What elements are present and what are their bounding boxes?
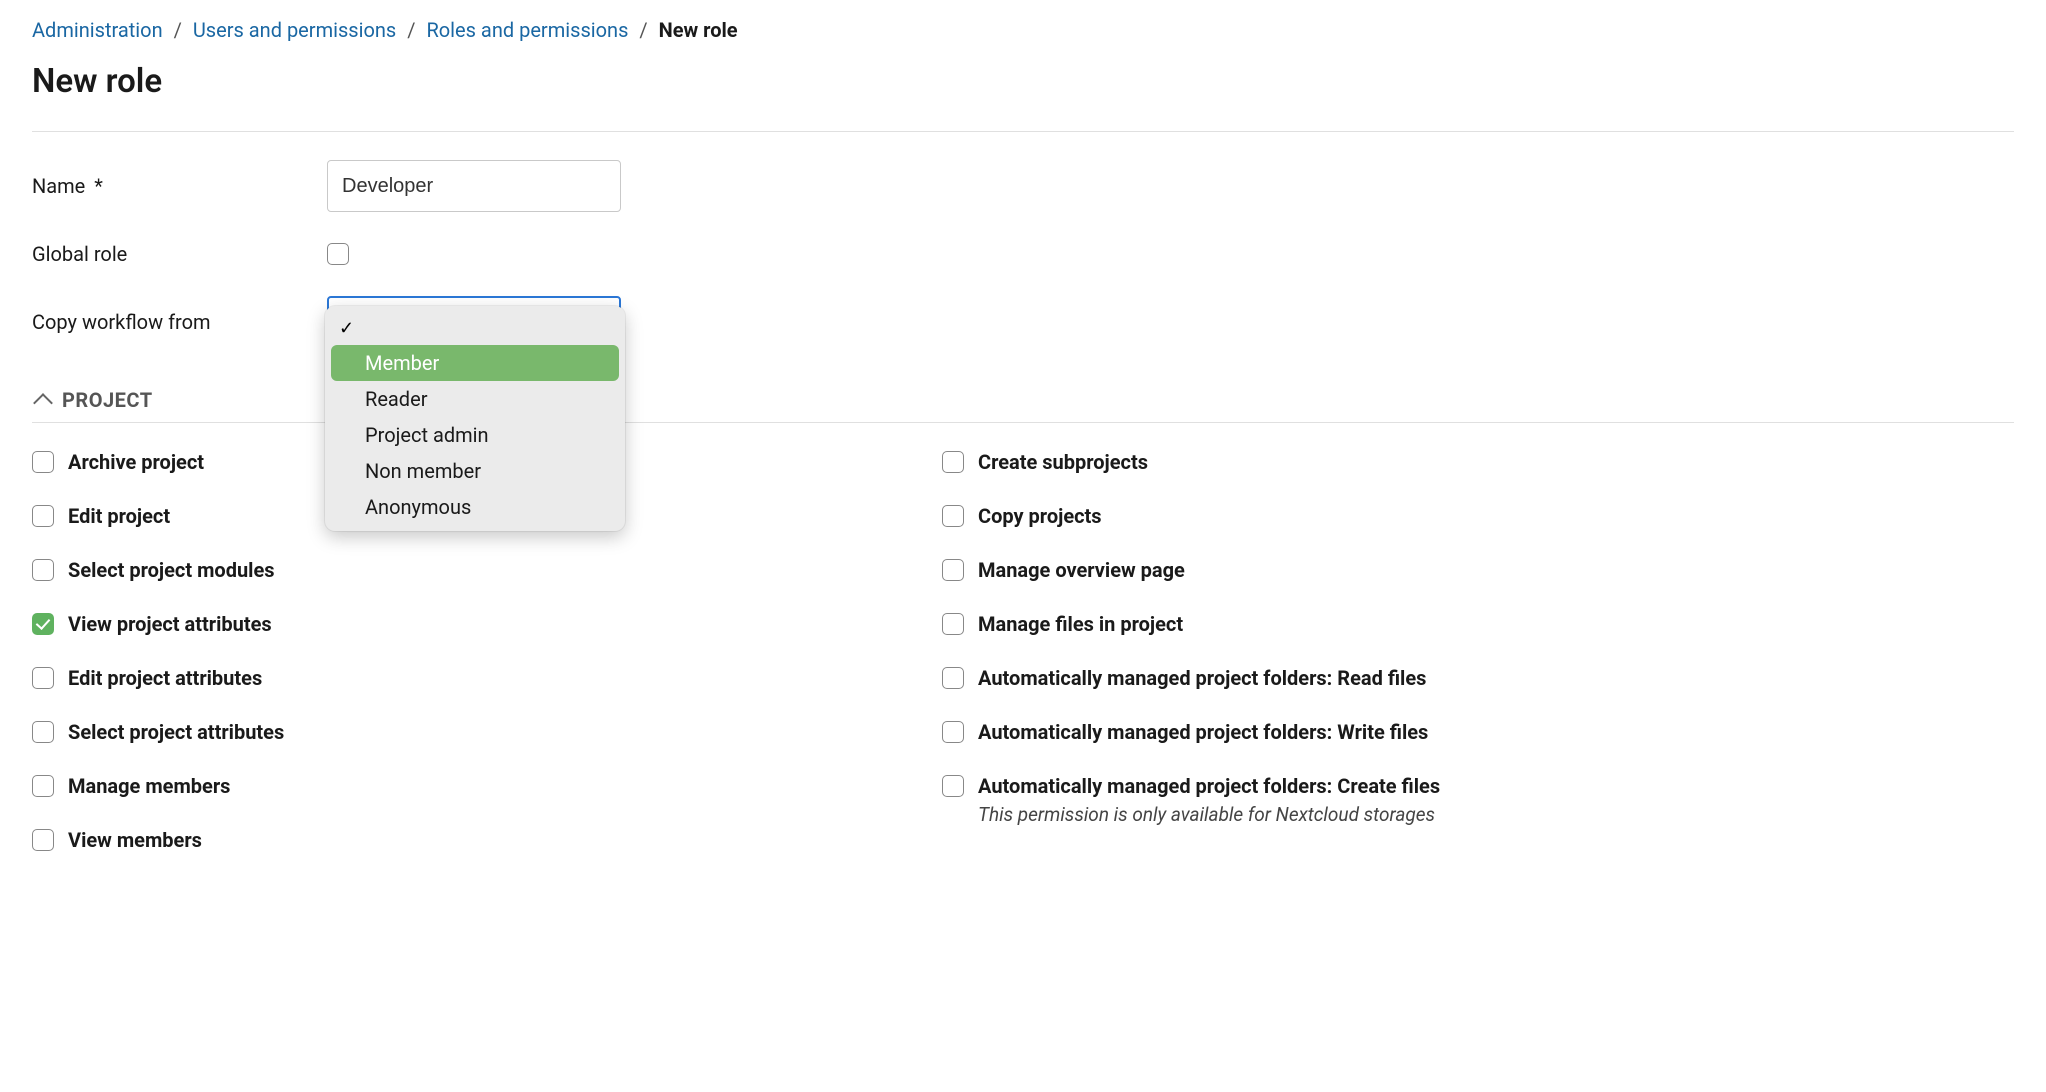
dropdown-option-project-admin[interactable]: Project admin	[331, 417, 619, 453]
permission-label: View project attributes	[68, 611, 272, 637]
permission-label: Select project modules	[68, 557, 275, 583]
permission-checkbox[interactable]	[32, 451, 54, 473]
breadcrumb: Administration / Users and permissions /…	[32, 18, 2014, 42]
dropdown-option-reader[interactable]: Reader	[331, 381, 619, 417]
permission-label: Automatically managed project folders: R…	[978, 665, 1426, 691]
form-row-name: Name *	[32, 160, 2014, 212]
global-role-label: Global role	[32, 242, 327, 266]
dropdown-option-non-member[interactable]: Non member	[331, 453, 619, 489]
required-marker: *	[94, 174, 103, 198]
check-icon: ✓	[339, 318, 365, 339]
permission-checkbox[interactable]	[32, 667, 54, 689]
permission-manage-overview-page: Manage overview page	[942, 557, 2014, 583]
permission-label: Manage members	[68, 773, 230, 799]
permission-checkbox[interactable]	[942, 667, 964, 689]
permission-checkbox[interactable]	[942, 451, 964, 473]
permissions-column-right: Create subprojects Copy projects Manage …	[942, 449, 2014, 853]
breadcrumb-link-users-permissions[interactable]: Users and permissions	[193, 18, 396, 42]
permission-note: This permission is only available for Ne…	[978, 803, 1440, 826]
form-row-copy-workflow: Copy workflow from ✓ Member Reader Proje…	[32, 296, 2014, 348]
permission-checkbox[interactable]	[32, 829, 54, 851]
name-input[interactable]	[327, 160, 621, 212]
permission-checkbox[interactable]	[32, 775, 54, 797]
breadcrumb-separator: /	[174, 18, 182, 42]
permission-checkbox[interactable]	[942, 721, 964, 743]
breadcrumb-link-roles-permissions[interactable]: Roles and permissions	[426, 18, 628, 42]
permission-label: Edit project	[68, 503, 170, 529]
copy-workflow-dropdown: ✓ Member Reader Project admin Non member…	[325, 306, 625, 531]
permission-label: Create subprojects	[978, 449, 1148, 475]
permission-view-project-attributes: View project attributes	[32, 611, 902, 637]
permission-checkbox[interactable]	[942, 559, 964, 581]
permission-label: Manage overview page	[978, 557, 1185, 583]
section-title: PROJECT	[62, 388, 153, 412]
dropdown-option-member[interactable]: Member	[331, 345, 619, 381]
permission-label: Select project attributes	[68, 719, 284, 745]
dropdown-option-blank[interactable]: ✓	[331, 312, 619, 345]
breadcrumb-separator: /	[407, 18, 415, 42]
permission-checkbox[interactable]	[942, 775, 964, 797]
permission-label: View members	[68, 827, 202, 853]
dropdown-option-anonymous[interactable]: Anonymous	[331, 489, 619, 525]
permission-label: Manage files in project	[978, 611, 1183, 637]
permission-checkbox[interactable]	[32, 721, 54, 743]
permission-checkbox[interactable]	[32, 613, 54, 635]
permission-checkbox[interactable]	[942, 505, 964, 527]
permission-manage-members: Manage members	[32, 773, 902, 799]
dropdown-option-label: Anonymous	[365, 495, 471, 519]
global-role-checkbox[interactable]	[327, 243, 349, 265]
chevron-up-icon	[33, 393, 53, 413]
copy-workflow-label: Copy workflow from	[32, 310, 327, 334]
permission-select-project-modules: Select project modules	[32, 557, 902, 583]
permission-create-subprojects: Create subprojects	[942, 449, 2014, 475]
permission-label: Edit project attributes	[68, 665, 262, 691]
dropdown-option-label: Member	[365, 351, 439, 375]
name-label: Name *	[32, 174, 327, 198]
permission-label: Automatically managed project folders: W…	[978, 719, 1428, 745]
permission-label: Archive project	[68, 449, 204, 475]
permission-label: Automatically managed project folders: C…	[978, 773, 1440, 799]
permission-auto-folders-read: Automatically managed project folders: R…	[942, 665, 2014, 691]
permission-checkbox[interactable]	[942, 613, 964, 635]
permission-copy-projects: Copy projects	[942, 503, 2014, 529]
breadcrumb-separator: /	[639, 18, 647, 42]
permission-checkbox[interactable]	[32, 505, 54, 527]
dropdown-option-label: Non member	[365, 459, 481, 483]
permission-view-members: View members	[32, 827, 902, 853]
divider	[32, 131, 2014, 132]
page-title: New role	[32, 62, 2014, 101]
permission-label: Copy projects	[978, 503, 1102, 529]
permission-auto-folders-create: Automatically managed project folders: C…	[942, 773, 2014, 826]
form-row-global-role: Global role	[32, 242, 2014, 266]
permission-select-project-attributes: Select project attributes	[32, 719, 902, 745]
breadcrumb-link-administration[interactable]: Administration	[32, 18, 163, 42]
permission-checkbox[interactable]	[32, 559, 54, 581]
permission-auto-folders-write: Automatically managed project folders: W…	[942, 719, 2014, 745]
breadcrumb-current: New role	[659, 18, 738, 42]
permission-edit-project-attributes: Edit project attributes	[32, 665, 902, 691]
permission-manage-files-in-project: Manage files in project	[942, 611, 2014, 637]
dropdown-option-label: Reader	[365, 387, 427, 411]
dropdown-option-label: Project admin	[365, 423, 489, 447]
